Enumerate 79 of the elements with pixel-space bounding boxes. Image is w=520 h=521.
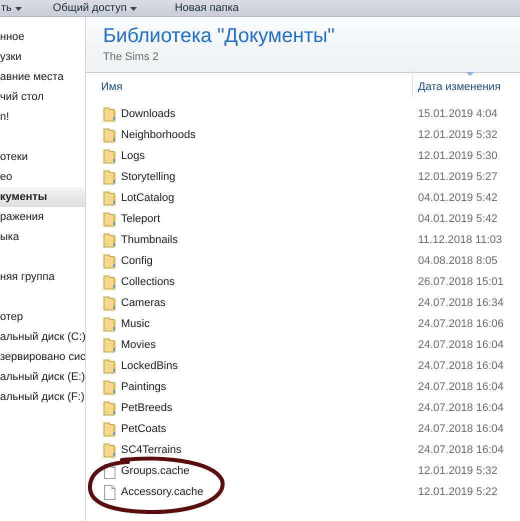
date-modified: 04.01.2019 5:42 [417, 191, 498, 206]
date-modified: 26.07.2018 15:01 [417, 275, 504, 290]
navigation-item[interactable]: кументы [0, 187, 85, 207]
date-modified: 12.01.2019 5:30 [417, 149, 498, 164]
file-name[interactable]: Downloads [121, 106, 176, 123]
folder-icon [103, 296, 116, 311]
date-modified: 15.01.2019 4:04 [417, 107, 498, 122]
folder-icon [103, 149, 116, 164]
library-subtitle: The Sims 2 [103, 50, 159, 65]
date-modified: 04.01.2019 5:42 [417, 212, 498, 228]
toolbar-button[interactable]: Новая папка [174, 2, 239, 15]
file-name[interactable]: Paintings [121, 379, 166, 396]
navigation-item[interactable]: няя группа [0, 267, 85, 287]
column-header[interactable]: Дата изменения [418, 78, 501, 95]
folder-icon [103, 317, 116, 332]
navigation-item[interactable]: отер [0, 307, 85, 327]
date-modified: 12.01.2019 5:32 [417, 464, 498, 480]
date-modified: 24.07.2018 16:04 [417, 380, 504, 396]
file-name[interactable]: Cameras [121, 295, 166, 312]
file-name[interactable]: Accessory.cache [121, 484, 204, 501]
folder-icon [103, 107, 116, 122]
navigation-item[interactable]: зервировано сис [0, 347, 85, 367]
file-name[interactable]: Music [121, 316, 150, 333]
file-name[interactable]: LockedBins [121, 358, 178, 375]
file-name[interactable]: Movies [121, 337, 156, 354]
folder-icon [103, 338, 116, 353]
column-header[interactable]: Имя [101, 78, 122, 95]
folder-icon [103, 359, 116, 374]
file-name[interactable]: Teleport [121, 211, 160, 228]
toolbar-button[interactable]: ть [1, 2, 22, 15]
navigation-item[interactable]: узки [0, 47, 85, 67]
date-modified: 24.07.2018 16:04 [417, 422, 504, 438]
file-name[interactable]: PetCoats [121, 421, 166, 438]
date-modified: 24.07.2018 16:06 [417, 317, 504, 332]
file-name[interactable]: PetBreeds [121, 400, 172, 417]
file-name[interactable]: Config [121, 253, 153, 270]
file-name[interactable]: Groups.cache [121, 463, 190, 480]
file-name[interactable]: Neighborhoods [121, 127, 196, 144]
toolbar-button[interactable]: Общий доступ [52, 2, 137, 15]
navigation-item[interactable]: чий стол [0, 87, 85, 107]
file-name[interactable]: SC4Terrains [121, 442, 182, 459]
file-icon [103, 485, 116, 500]
navigation-item[interactable]: отеки [0, 147, 85, 167]
file-name[interactable]: Thumbnails [121, 232, 178, 249]
library-title: Библиотека "Документы" [103, 24, 335, 49]
date-modified: 12.01.2019 5:32 [417, 128, 498, 144]
folder-icon [103, 422, 116, 437]
navigation-item[interactable]: n! [0, 107, 85, 127]
folder-icon [103, 128, 116, 143]
navigation-item[interactable]: альный диск (C:) [0, 327, 85, 347]
navigation-item[interactable]: авние места [0, 67, 85, 87]
folder-icon [103, 275, 116, 290]
folder-icon [103, 191, 116, 206]
date-modified: 12.01.2019 5:22 [417, 485, 498, 500]
date-modified: 04.08.2018 8:05 [417, 254, 498, 270]
navigation-item[interactable]: альный диск (E:) [0, 367, 85, 387]
date-modified: 24.07.2018 16:04 [417, 401, 504, 416]
file-name[interactable]: Collections [121, 274, 175, 291]
folder-icon [103, 380, 116, 395]
navigation-item[interactable]: ыка [0, 227, 85, 247]
date-modified: 24.07.2018 16:04 [417, 443, 504, 458]
file-name[interactable]: Logs [121, 148, 145, 165]
date-modified: 24.07.2018 16:34 [417, 296, 504, 312]
navigation-item[interactable]: альный диск (F:) [0, 387, 85, 407]
folder-icon [103, 443, 116, 458]
navigation-item[interactable]: нное [0, 27, 85, 47]
date-modified: 11.12.2018 11:03 [417, 233, 502, 248]
date-modified: 24.07.2018 16:04 [417, 338, 504, 354]
date-modified: 12.01.2019 5:27 [417, 170, 498, 186]
folder-icon [103, 212, 116, 227]
file-name[interactable]: Storytelling [121, 169, 176, 186]
navigation-item[interactable]: ео [0, 167, 85, 187]
folder-icon [103, 170, 116, 185]
folder-icon [103, 401, 116, 416]
file-name[interactable]: LotCatalog [121, 190, 174, 207]
folder-icon [103, 233, 116, 248]
date-modified: 24.07.2018 16:04 [417, 359, 504, 374]
folder-icon [103, 254, 116, 269]
navigation-item[interactable]: ражения [0, 207, 85, 227]
